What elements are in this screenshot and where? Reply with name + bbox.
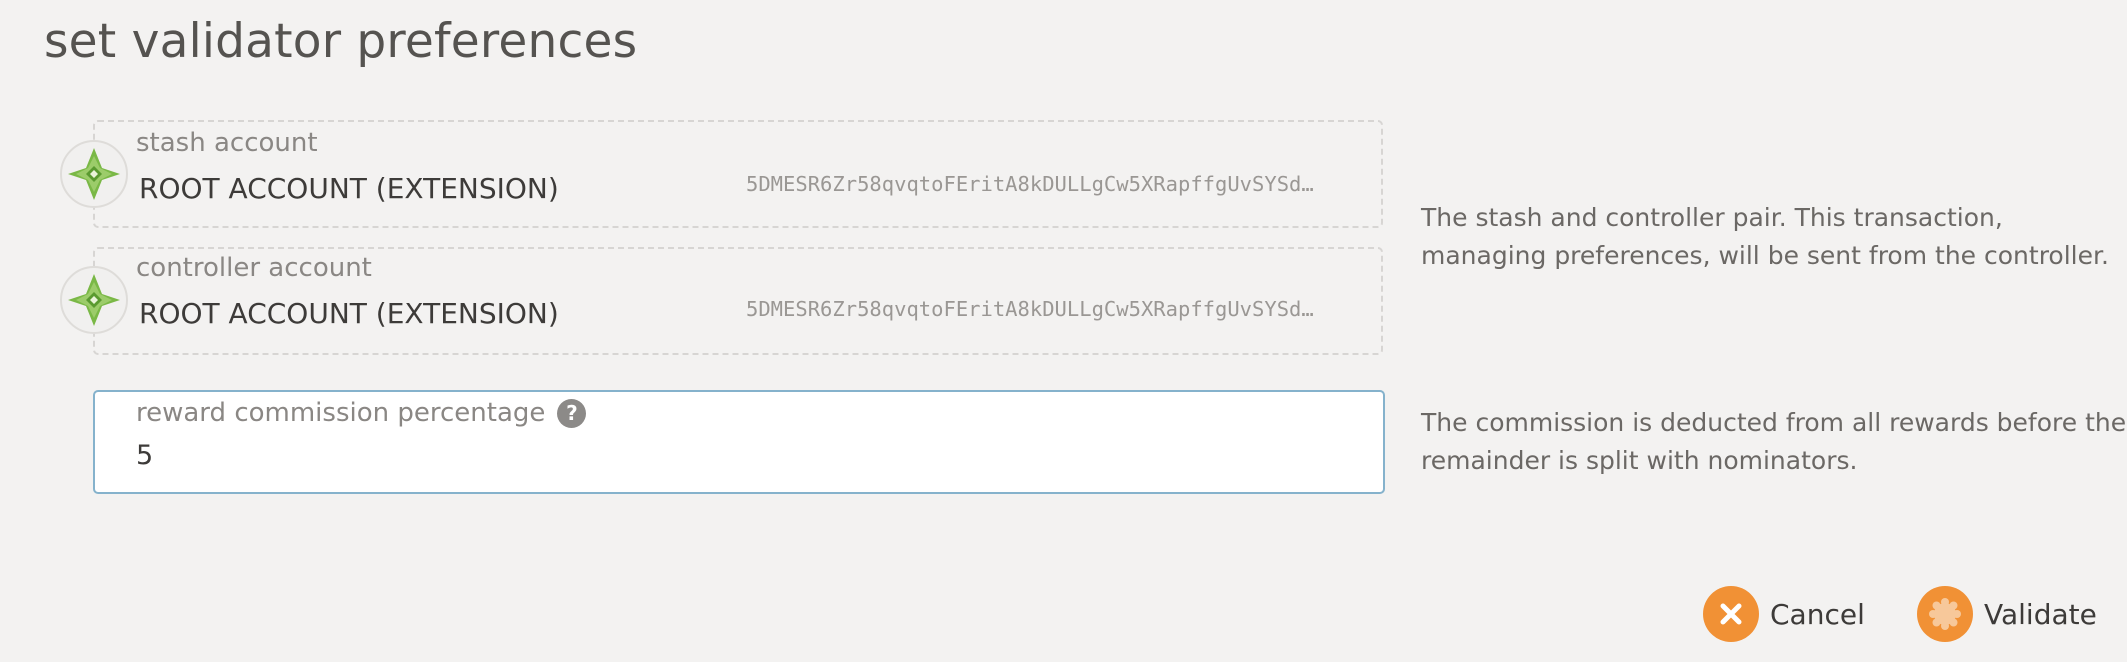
accounts-help-text: The stash and controller pair. This tran… [1421, 199, 2109, 275]
stash-account-name: ROOT ACCOUNT (EXTENSION) [139, 172, 559, 205]
commission-help-text: The commission is deducted from all rewa… [1421, 404, 2126, 480]
cancel-button[interactable]: Cancel [1703, 586, 1865, 642]
close-icon [1703, 586, 1759, 642]
controller-identicon-icon[interactable] [60, 266, 128, 334]
controller-account-name: ROOT ACCOUNT (EXTENSION) [139, 297, 559, 330]
commission-help-line-1: The commission is deducted from all rewa… [1421, 408, 2127, 437]
commission-label: reward commission percentage [136, 398, 546, 428]
commission-label-row: reward commission percentage ? [136, 398, 587, 428]
controller-account-address: 5DMESR6Zr58qvqtoFEritA8kDULLgCw5XRapffgU… [746, 297, 1314, 321]
modal-title: set validator preferences [44, 14, 638, 69]
question-circle-icon[interactable]: ? [557, 398, 587, 428]
validator-preferences-modal: set validator preferences stash account … [0, 0, 2127, 662]
cancel-button-label: Cancel [1770, 597, 1865, 631]
commission-input[interactable] [136, 440, 1336, 471]
stash-account-address: 5DMESR6Zr58qvqtoFEritA8kDULLgCw5XRapffgU… [746, 172, 1314, 196]
stash-identicon-icon[interactable] [60, 140, 128, 208]
commission-help-line-2: remainder is split with nominators. [1421, 446, 1858, 475]
validate-button-label: Validate [1984, 597, 2097, 631]
commission-input-field[interactable]: reward commission percentage ? [93, 390, 1385, 494]
certificate-icon [1917, 586, 1973, 642]
accounts-help-line-2: managing preferences, will be sent from … [1421, 241, 2109, 270]
accounts-help-line-1: The stash and controller pair. This tran… [1421, 203, 2003, 232]
validate-button[interactable]: Validate [1917, 586, 2097, 642]
controller-account-label: controller account [136, 253, 372, 283]
stash-account-label: stash account [136, 128, 318, 158]
